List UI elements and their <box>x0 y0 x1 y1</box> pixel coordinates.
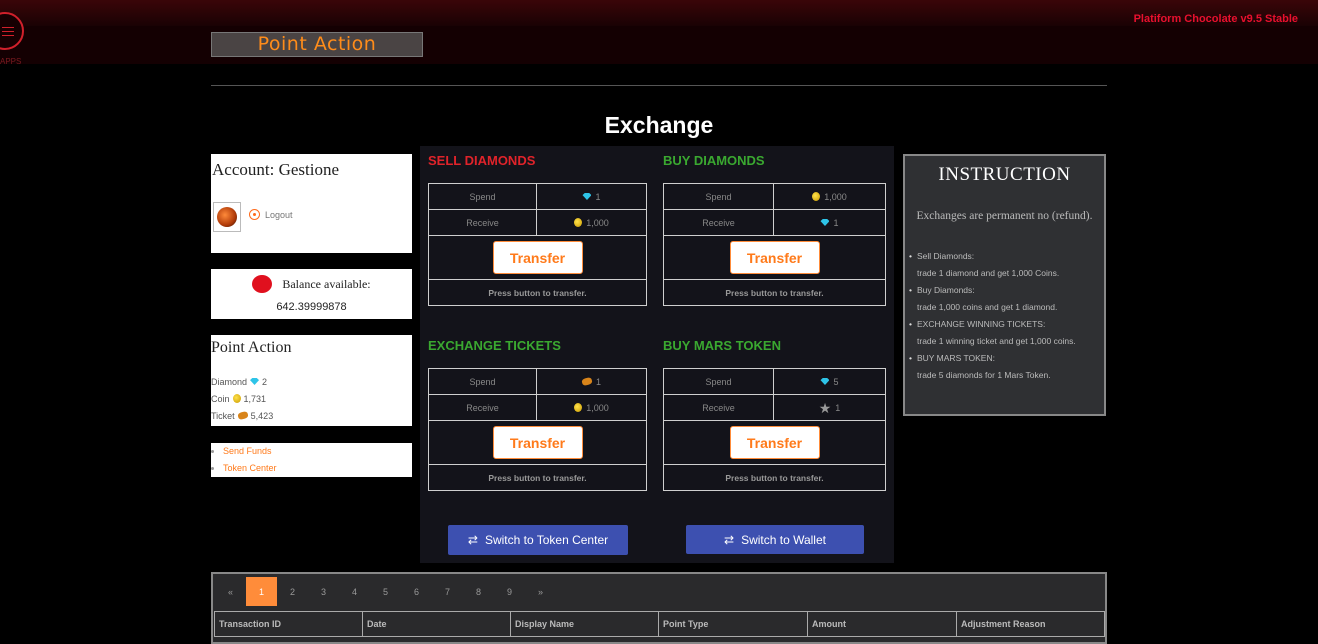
balance-card: Balance available: 642.39999878 <box>211 269 412 319</box>
page-next[interactable]: » <box>525 577 556 606</box>
point-action-card: Point Action Diamond 2 Coin 1,731 Ticket… <box>211 335 412 426</box>
diamond-icon <box>250 378 260 385</box>
page-9[interactable]: 9 <box>494 577 525 606</box>
exchange-tickets-transfer-button[interactable]: Transfer <box>492 426 583 459</box>
coin-icon <box>574 218 583 227</box>
top-bar: Platiform Chocolate v9.5 Stable <box>0 0 1318 26</box>
page-3[interactable]: 3 <box>308 577 339 606</box>
avatar <box>213 202 241 232</box>
buy-mars-token-title: BUY MARS TOKEN <box>663 338 781 353</box>
coin-icon <box>232 394 241 403</box>
swap-arrows-icon: ⇄ <box>724 532 735 547</box>
buy-diamonds-transfer-button[interactable]: Transfer <box>729 241 820 274</box>
buy-mars-token-box: BUY MARS TOKEN Spend 5 Receive ★ 1 Transfer… <box>663 338 886 491</box>
page-6[interactable]: 6 <box>401 577 432 606</box>
exchange-tickets-box: EXCHANGE TICKETS Spend 1 Receive 1,000 Tra… <box>428 338 647 491</box>
account-card: Account: Gestione Logout <box>211 154 412 253</box>
send-funds-link[interactable]: Send Funds <box>223 446 412 463</box>
buy-diamonds-box: BUY DIAMONDS Spend 1,000 Receive 1 Transfe… <box>663 153 886 306</box>
header-bar <box>0 26 1318 64</box>
instruction-panel: INSTRUCTION Exchanges are permanent no (… <box>903 154 1106 416</box>
planet-avatar-icon <box>217 207 237 227</box>
switch-token-center-button[interactable]: ⇄ Switch to Token Center <box>448 525 628 555</box>
swap-arrows-icon: ⇄ <box>467 533 478 547</box>
exchange-tickets-title: EXCHANGE TICKETS <box>428 338 561 353</box>
page-prev[interactable]: « <box>215 577 246 606</box>
ticket-icon <box>236 410 249 421</box>
site-logo[interactable]: Point Action <box>211 32 423 57</box>
diamond-balance: Diamond 2 <box>211 376 268 387</box>
instruction-note: Exchanges are permanent no (refund). <box>916 210 1093 222</box>
ticket-balance: Ticket 5,423 <box>211 410 274 421</box>
diamond-icon <box>820 219 830 226</box>
logout-label: Logout <box>265 209 293 220</box>
star-icon: ★ <box>818 399 832 416</box>
balance-label: Balance available: <box>282 276 371 291</box>
coin-balance: Coin 1,731 <box>211 393 267 404</box>
apps-label: APPS <box>0 57 22 66</box>
coin-icon <box>812 192 821 201</box>
table-header: Transaction ID Date Display Name Point T… <box>214 611 1105 637</box>
buy-mars-token-transfer-button[interactable]: Transfer <box>729 426 820 459</box>
sell-diamonds-title: SELL DIAMONDS <box>428 153 536 168</box>
account-title: Account: Gestione <box>212 160 339 179</box>
page-8[interactable]: 8 <box>463 577 494 606</box>
instruction-title: INSTRUCTION <box>938 164 1071 185</box>
diamond-icon <box>820 378 830 385</box>
coin-icon <box>574 403 583 412</box>
ticket-icon <box>581 376 593 387</box>
sell-diamonds-box: SELL DIAMONDS Spend 1 Receive 1,000 Transf… <box>428 153 647 306</box>
token-center-link[interactable]: Token Center <box>223 463 412 480</box>
diamond-icon <box>582 193 592 200</box>
switch-wallet-button[interactable]: ⇄ Switch to Wallet <box>686 525 864 554</box>
divider <box>211 85 1107 86</box>
point-action-title: Point Action <box>211 339 292 356</box>
transactions-section: « 1 2 3 4 5 6 7 8 9 » Transaction ID Dat… <box>211 572 1107 644</box>
logout-link[interactable]: Logout <box>249 209 293 220</box>
page-2[interactable]: 2 <box>277 577 308 606</box>
page-7[interactable]: 7 <box>432 577 463 606</box>
mars-coin-icon <box>252 275 273 293</box>
page-5[interactable]: 5 <box>370 577 401 606</box>
page-1[interactable]: 1 <box>246 577 277 606</box>
sell-diamonds-transfer-button[interactable]: Transfer <box>492 241 583 274</box>
buy-diamonds-title: BUY DIAMONDS <box>663 153 765 168</box>
exchange-panel: SELL DIAMONDS Spend 1 Receive 1,000 Transf… <box>420 146 894 563</box>
pagination: « 1 2 3 4 5 6 7 8 9 » <box>215 577 556 606</box>
page-4[interactable]: 4 <box>339 577 370 606</box>
links-card: Send Funds Token Center <box>211 443 412 477</box>
version-label: Platiform Chocolate v9.5 Stable <box>1133 13 1298 25</box>
page-title: Exchange <box>604 112 714 138</box>
hamburger-icon <box>2 26 14 28</box>
logout-icon <box>249 209 260 220</box>
balance-value: 642.39999878 <box>276 301 347 313</box>
